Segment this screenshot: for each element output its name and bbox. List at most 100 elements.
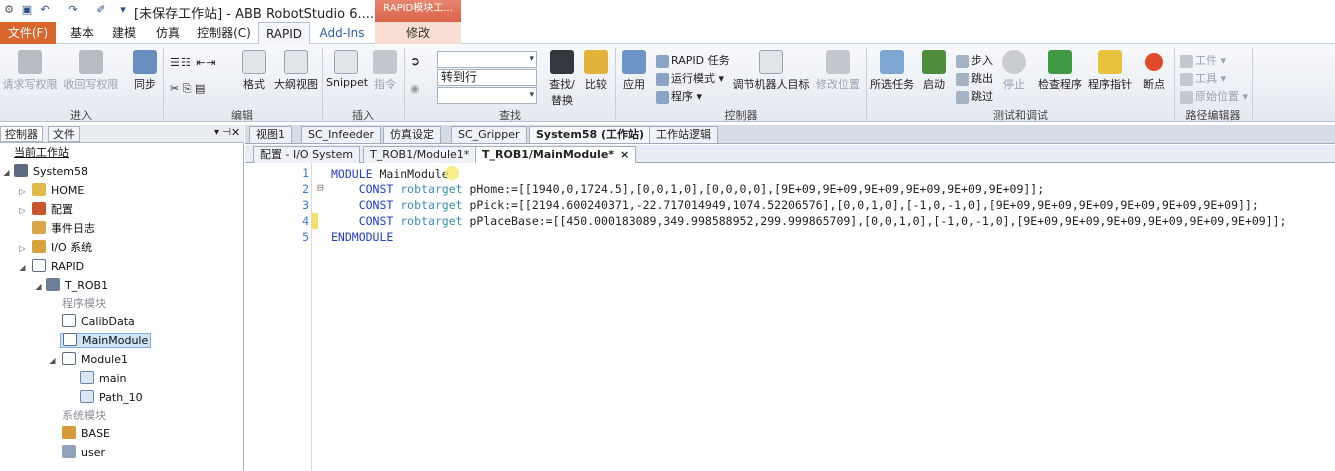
- tab-sc-gripper[interactable]: SC_Gripper: [451, 126, 527, 143]
- code-line[interactable]: CONST robtarget pPlaceBase:=[[450.000183…: [331, 214, 1287, 228]
- tab-simulation[interactable]: 仿真: [146, 22, 190, 44]
- tree-item-user[interactable]: user: [62, 444, 105, 462]
- request-write-button[interactable]: 请求写权限: [2, 50, 58, 92]
- group-label-test: 测试和调试: [993, 109, 1048, 122]
- code-line[interactable]: MODULE MainModule: [331, 166, 459, 181]
- run-mode-button[interactable]: 运行模式 ▾: [656, 70, 724, 86]
- tab-file[interactable]: 文件(F): [0, 22, 56, 44]
- selected-tasks-button[interactable]: 所选任务: [868, 50, 916, 92]
- expand-arrow-icon[interactable]: ◢: [2, 168, 11, 177]
- tab-modify[interactable]: 修改: [375, 22, 461, 44]
- tab-rapid[interactable]: RAPID: [258, 22, 310, 45]
- close-icon[interactable]: ×: [620, 148, 629, 161]
- rapid-code-editor[interactable]: 1 2 3 4 5 ⊟ MODULE MainModule CONST robt…: [245, 163, 1335, 471]
- find-replace-button[interactable]: 查找/ 替换: [544, 50, 580, 108]
- step-over-button[interactable]: 跳过: [956, 88, 993, 104]
- apply-button[interactable]: 应用: [620, 50, 648, 92]
- tab-home[interactable]: 基本: [62, 22, 102, 44]
- document-area: 视图1 SC_Infeeder 仿真设定 SC_Gripper System58…: [245, 125, 1335, 471]
- tree-current-station[interactable]: 当前工作站: [14, 144, 69, 162]
- expand-arrow-icon[interactable]: ◢: [34, 282, 43, 291]
- code-line[interactable]: CONST robtarget pPick:=[[2194.600240371,…: [331, 198, 1259, 212]
- format-button[interactable]: 格式: [240, 50, 268, 92]
- start-button[interactable]: 启动: [920, 50, 948, 92]
- panel-close-icon[interactable]: ✕: [231, 126, 240, 139]
- tree-item-calibdata[interactable]: CalibData: [62, 313, 135, 331]
- tab-sim-setup[interactable]: 仿真设定: [383, 126, 441, 143]
- instruction-button[interactable]: 指令: [371, 50, 399, 92]
- tree-item-io[interactable]: I/O 系统: [32, 239, 92, 257]
- tree-item-task[interactable]: T_ROB1: [46, 277, 108, 295]
- expand-arrow-icon[interactable]: ◢: [48, 356, 57, 365]
- tool-button[interactable]: 工具 ▾: [1180, 70, 1226, 86]
- origin-button[interactable]: 原始位置 ▾: [1180, 88, 1248, 104]
- collapse-arrow-icon[interactable]: ▷: [18, 244, 27, 253]
- goto-circle-icon[interactable]: ◉: [410, 82, 420, 95]
- tree-item-path10[interactable]: Path_10: [80, 389, 143, 407]
- group-label-path-editor: 路径编辑器: [1185, 109, 1241, 122]
- compare-button[interactable]: 比较: [582, 50, 610, 92]
- code-line[interactable]: ENDMODULE: [331, 230, 393, 244]
- collapse-arrow-icon[interactable]: ▷: [18, 187, 27, 196]
- tree-item-main[interactable]: main: [80, 370, 126, 388]
- step-in-button[interactable]: 步入: [956, 52, 993, 68]
- code-line[interactable]: CONST robtarget pHome:=[[1940,0,1724.5],…: [331, 182, 1044, 196]
- tab-system58-station[interactable]: System58 (工作站)×: [529, 126, 667, 143]
- sync-button[interactable]: 同步: [129, 50, 161, 92]
- selected-tasks-icon: [880, 50, 904, 74]
- outline-button[interactable]: 大纲视图: [273, 50, 319, 92]
- tree-item-home[interactable]: HOME: [32, 182, 84, 200]
- customize-quick-access-icon[interactable]: ▾: [116, 3, 130, 17]
- tab-module1[interactable]: T_ROB1/Module1*: [363, 146, 477, 163]
- save-icon[interactable]: ▣: [20, 3, 34, 17]
- tree-item-rapid[interactable]: RAPID: [32, 258, 84, 276]
- tab-io-config[interactable]: 配置 - I/O System: [253, 146, 361, 163]
- fold-toggle-icon[interactable]: ⊟: [317, 181, 324, 194]
- window-title: [未保存工作站] - ABB RobotStudio 6....: [134, 7, 375, 22]
- revoke-write-button[interactable]: 收回写权限: [62, 50, 120, 92]
- tab-view1[interactable]: 视图1: [249, 126, 292, 143]
- clipboard-icons[interactable]: ✂ ⎘ ▤: [170, 82, 205, 96]
- program-button[interactable]: 程序 ▾: [656, 88, 702, 104]
- quick-access-icon[interactable]: ✐: [94, 3, 108, 17]
- tab-modeling[interactable]: 建模: [104, 22, 144, 44]
- adjust-targets-button[interactable]: 调节机器人目标: [732, 50, 810, 92]
- tree-item-base[interactable]: BASE: [62, 425, 110, 443]
- goto-arrow-icon[interactable]: ➲: [410, 54, 420, 68]
- stop-button[interactable]: 停止: [1000, 50, 1028, 92]
- module-icon: [62, 352, 76, 365]
- tree-item-module1[interactable]: Module1: [62, 351, 128, 369]
- program-pointer-button[interactable]: 程序指针: [1086, 50, 1134, 92]
- find-combo-top[interactable]: ▾: [437, 51, 537, 68]
- rapid-tasks-button[interactable]: RAPID 任务: [656, 52, 730, 68]
- modify-position-button[interactable]: 修改位置: [812, 50, 864, 92]
- redo-icon[interactable]: ↷: [66, 3, 80, 17]
- workobject-button[interactable]: 工件 ▾: [1180, 52, 1226, 68]
- tree-item-config[interactable]: 配置: [32, 201, 73, 219]
- tab-controller-panel[interactable]: 控制器: [0, 126, 43, 142]
- collapse-arrow-icon[interactable]: ▷: [18, 206, 27, 215]
- goto-line-combo[interactable]: 转到行: [437, 69, 537, 86]
- panel-pin-icon[interactable]: ▾ ⊣: [214, 127, 231, 138]
- tab-mainmodule[interactable]: T_ROB1/MainModule* ×: [475, 146, 637, 163]
- breakpoint-button[interactable]: 断点: [1140, 50, 1168, 92]
- step-out-button[interactable]: 跳出: [956, 70, 993, 86]
- start-icon: [922, 50, 946, 74]
- tab-sc-infeeder[interactable]: SC_Infeeder: [301, 126, 382, 143]
- system-module-icon: [62, 426, 76, 439]
- controller-panel: 控制器 文件 ▾ ⊣ ✕ 当前工作站 ◢ System58 ▷ HOME ▷ 配…: [0, 125, 244, 471]
- indent-icons[interactable]: ☰☷ ⇤⇥: [170, 56, 217, 69]
- editor-gutter: [311, 163, 312, 471]
- check-program-button[interactable]: 检查程序: [1036, 50, 1084, 92]
- tree-item-mainmodule[interactable]: MainModule: [60, 332, 152, 350]
- tree-item-event-log[interactable]: 事件日志: [32, 220, 95, 238]
- undo-icon[interactable]: ↶: [38, 3, 52, 17]
- find-combo-bottom[interactable]: ▾: [437, 87, 537, 104]
- expand-arrow-icon[interactable]: ◢: [18, 263, 27, 272]
- tab-files-panel[interactable]: 文件: [48, 126, 80, 142]
- tab-controller[interactable]: 控制器(C): [193, 22, 255, 44]
- snippet-button[interactable]: Snippet: [326, 50, 368, 89]
- tab-station-logic[interactable]: 工作站逻辑: [649, 126, 718, 143]
- tab-addins[interactable]: Add-Ins: [314, 22, 370, 44]
- tree-item-system[interactable]: System58: [14, 163, 88, 181]
